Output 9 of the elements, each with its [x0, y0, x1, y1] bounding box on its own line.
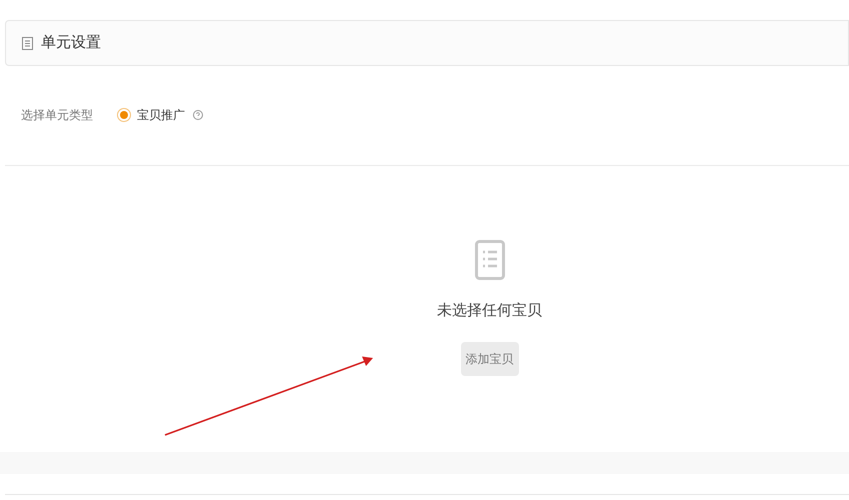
- field-label: 选择单元类型: [21, 107, 93, 124]
- section-title: 单元设置: [41, 32, 101, 53]
- help-icon[interactable]: [193, 110, 203, 120]
- empty-message: 未选择任何宝贝: [437, 301, 542, 321]
- radio-button[interactable]: [117, 108, 131, 122]
- document-icon: [22, 36, 33, 50]
- radio-option[interactable]: 宝贝推广: [117, 106, 185, 124]
- add-item-button[interactable]: 添加宝贝: [460, 342, 518, 376]
- list-icon: [474, 240, 504, 280]
